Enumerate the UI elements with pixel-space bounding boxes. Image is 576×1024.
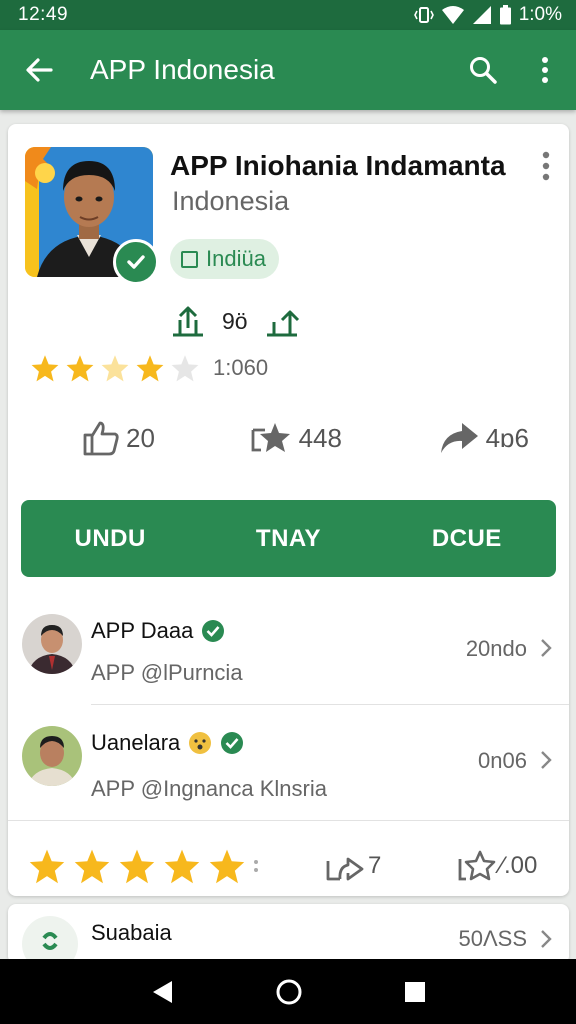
thumbs-up-icon [83,421,119,456]
status-time: 12:49 [18,4,69,25]
divider [8,820,569,821]
share-upload-icon[interactable] [264,304,300,338]
stars-count: 448 [298,422,342,453]
star-icon [29,849,65,884]
rating-row: 1:060 [30,354,268,382]
shares-stat[interactable]: 4ɒ6 [438,420,529,456]
app-bar-title: APP Indonesia [90,54,275,85]
app-subtitle: Indonesia [172,186,290,216]
tab-tnay[interactable]: TNAY [199,525,377,553]
list-item-handle: APP @Ingnanca Klnsria [91,776,327,801]
action-tabs: UNDU TNAY DCUE [21,500,556,577]
star-icon [136,355,164,382]
battery-text: 1:0% [518,4,562,25]
shares-count: 4ɒ6 [485,422,529,453]
star-icon [119,849,155,884]
avatar [22,614,82,674]
more-options-button[interactable] [514,30,576,110]
app-title: APP Iniohania Indamanta [170,150,506,181]
dots-icon [254,860,258,872]
emoji-icon [189,732,212,754]
list-item-name: Uanelara [91,730,244,756]
repost-count: 7 [368,852,382,879]
tab-undu[interactable]: UNDU [21,525,199,553]
refresh-icon [42,932,58,950]
country-chip[interactable]: Indiüa [170,239,279,279]
battery-icon [499,5,511,25]
big-rating-stars[interactable] [28,836,259,896]
more-vert-icon [542,57,548,83]
share-arrow-icon [440,423,478,453]
star-count: ⁄.00 [500,852,538,879]
bottom-stats-row: 7 ⁄.00 [8,836,569,896]
stats-row: 20 448 4ɒ6 [8,420,569,456]
star-outline-icon [458,850,496,881]
next-card-meta: 50ΛЅЅ [458,926,527,951]
chevron-right-icon [541,930,552,948]
card-more-icon[interactable] [536,150,556,182]
star-icon [31,355,59,382]
star-icon [66,355,94,382]
star-stat[interactable]: ⁄.00 [458,836,537,896]
star-empty-icon [171,355,199,382]
verified-icon [221,732,244,754]
check-icon [127,255,145,269]
list-item-name: APP Daaa [91,618,225,644]
next-card-name: Suabaia [91,920,172,945]
star-icon [209,849,245,884]
nav-back-icon[interactable] [150,979,174,1005]
stars-stat[interactable]: 448 [251,420,342,456]
next-card[interactable]: Suabaia 50ΛЅЅ [8,904,569,964]
list-item-meta: 0n06 [478,748,527,773]
list-item-name-text: APP Daaa [91,618,194,643]
star-outline-icon [251,423,290,452]
list-item-name-text: Uanelara [91,730,181,755]
system-nav-bar [0,959,576,1024]
tab-dcue[interactable]: DCUE [378,525,556,553]
app-detail-card: APP Iniohania Indamanta Indonesia Indiüa… [8,124,569,896]
chevron-right-icon [541,639,552,657]
nav-home-icon[interactable] [275,978,303,1006]
verified-badge [113,239,159,285]
repost-icon [326,857,364,881]
status-icons: 1:0% [413,4,562,26]
star-icon [74,849,110,884]
repost-stat[interactable]: 7 [326,836,381,896]
list-item[interactable]: APP Daaa APP @lPurncia 20ndo [8,594,569,702]
search-icon [470,57,497,84]
avatar [22,726,82,786]
chevron-right-icon [541,751,552,769]
nav-recents-icon[interactable] [404,981,426,1003]
star-icon [101,355,129,382]
list-item-handle: APP @lPurncia [91,660,243,685]
verified-icon [202,620,225,642]
status-bar: 12:49 1:0% [0,0,576,30]
country-chip-label: Indiüa [206,246,266,271]
app-bar: APP Indonesia [0,30,576,110]
back-button[interactable] [0,30,78,110]
upload-count: 9ö [222,307,248,334]
search-button[interactable] [452,30,514,110]
list-item[interactable]: Uanelara APP @Ingnanca Klnsria 0n06 [8,704,569,812]
wifi-icon [441,6,464,24]
likes-stat[interactable]: 20 [82,420,155,456]
upload-row: 9ö [170,304,300,338]
signal-icon [472,6,491,24]
rating-count: 1:060 [213,355,269,380]
list-item-meta: 20ndo [465,636,527,661]
likes-count: 20 [126,422,155,453]
flag-icon [181,250,198,268]
star-icon [164,849,200,884]
arrow-left-icon [26,58,53,82]
vibrate-icon [413,7,434,23]
upload-icon[interactable] [170,304,206,338]
avatar [22,916,78,964]
